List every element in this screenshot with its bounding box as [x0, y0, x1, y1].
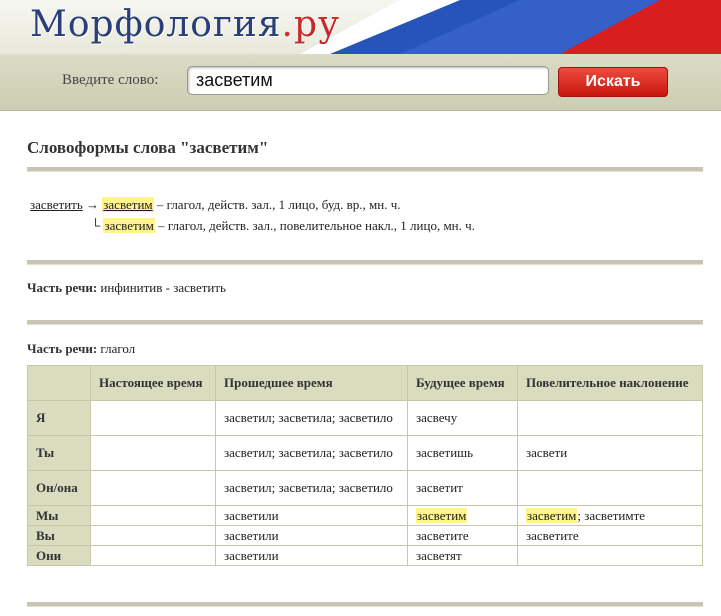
imperative-cell: засветите — [517, 525, 703, 546]
divider — [27, 602, 703, 607]
person-cell: Он/она — [27, 470, 91, 506]
part-of-speech-infinitive: Часть речи: инфинитив - засветить — [27, 280, 226, 296]
table-row: Ты засветил; засветила; засветило засвет… — [27, 435, 703, 471]
table-row: Он/она засветил; засветила; засветило за… — [27, 470, 703, 506]
search-input[interactable]: засветим — [187, 66, 549, 95]
future-cell: засветишь — [407, 435, 518, 471]
site-header: Морфология.ру — [0, 0, 721, 54]
page-title: Словоформы слова "засветим" — [27, 138, 269, 157]
logo-ru: ру — [294, 4, 341, 45]
divider — [27, 320, 703, 325]
branch-icon: └ — [91, 218, 101, 233]
pos-value: инфинитив - засветить — [97, 280, 226, 295]
present-cell — [90, 470, 216, 506]
header-imperative: Повелительное наклонение — [517, 365, 703, 401]
logo-dot: . — [281, 4, 294, 45]
lemma-link[interactable]: засветить — [30, 197, 83, 212]
imperative-cell: засветим; засветимте — [517, 505, 703, 526]
present-cell — [90, 525, 216, 546]
person-cell: Ты — [27, 435, 91, 471]
pos-value: глагол — [97, 341, 136, 356]
future-cell: засветите — [407, 525, 518, 546]
table-row: Мы засветили засветим засветим; засветим… — [27, 505, 703, 526]
search-bar: Введите слово: засветим Искать — [0, 54, 721, 111]
imperative-cell — [517, 470, 703, 506]
form-line-2: └ засветим – глагол, действ. зал., повел… — [30, 215, 475, 236]
present-cell — [90, 400, 216, 436]
table-row: Я засветил; засветила; засветило засвечу — [27, 400, 703, 436]
past-cell: засветил; засветила; засветило — [215, 435, 408, 471]
person-cell: Вы — [27, 525, 91, 546]
future-cell: засвечу — [407, 400, 518, 436]
pos-label: Часть речи: — [27, 280, 98, 295]
past-cell: засветили — [215, 545, 408, 566]
person-cell: Мы — [27, 505, 91, 526]
header-person — [27, 365, 91, 401]
present-cell — [90, 545, 216, 566]
imperative-cell: засвети — [517, 435, 703, 471]
past-cell: засветили — [215, 505, 408, 526]
imperative-highlight: засветим — [526, 507, 578, 523]
present-cell — [90, 435, 216, 471]
form-line-1: засветить → засветим – глагол, действ. з… — [30, 194, 475, 215]
imperative-cell — [517, 400, 703, 436]
conjugation-table: Настоящее время Прошедшее время Будущее … — [27, 365, 703, 566]
form-desc: – глагол, действ. зал., 1 лицо, буд. вр.… — [153, 197, 401, 212]
person-cell: Я — [27, 400, 91, 436]
part-of-speech-verb: Часть речи: глагол — [27, 341, 135, 357]
site-logo[interactable]: Морфология.ру — [30, 4, 340, 45]
pos-label: Часть речи: — [27, 341, 98, 356]
future-highlight: засветим — [416, 507, 468, 523]
divider — [27, 260, 703, 265]
form-link[interactable]: засветим — [102, 197, 154, 212]
future-cell: засветим — [407, 505, 518, 526]
search-button[interactable]: Искать — [558, 67, 668, 97]
header-past: Прошедшее время — [215, 365, 408, 401]
future-cell: засветят — [407, 545, 518, 566]
present-cell — [90, 505, 216, 526]
logo-text: Морфология — [30, 4, 282, 45]
header-present: Настоящее время — [90, 365, 216, 401]
search-label: Введите слово: — [62, 72, 159, 88]
arrow-icon: → — [86, 197, 100, 212]
form-desc: – глагол, действ. зал., повелительное на… — [154, 218, 475, 233]
person-cell: Они — [27, 545, 91, 566]
future-cell: засветит — [407, 470, 518, 506]
table-row: Они засветили засветят — [27, 545, 703, 566]
past-cell: засветил; засветила; засветило — [215, 470, 408, 506]
imperative-cell — [517, 545, 703, 566]
table-header-row: Настоящее время Прошедшее время Будущее … — [27, 365, 703, 401]
imperative-rest: ; засветимте — [577, 507, 646, 523]
table-row: Вы засветили засветите засветите — [27, 525, 703, 546]
form-highlight: засветим — [103, 218, 155, 233]
past-cell: засветили — [215, 525, 408, 546]
past-cell: засветил; засветила; засветило — [215, 400, 408, 436]
divider — [27, 167, 703, 172]
header-future: Будущее время — [407, 365, 518, 401]
word-forms: засветить → засветим – глагол, действ. з… — [30, 194, 475, 236]
